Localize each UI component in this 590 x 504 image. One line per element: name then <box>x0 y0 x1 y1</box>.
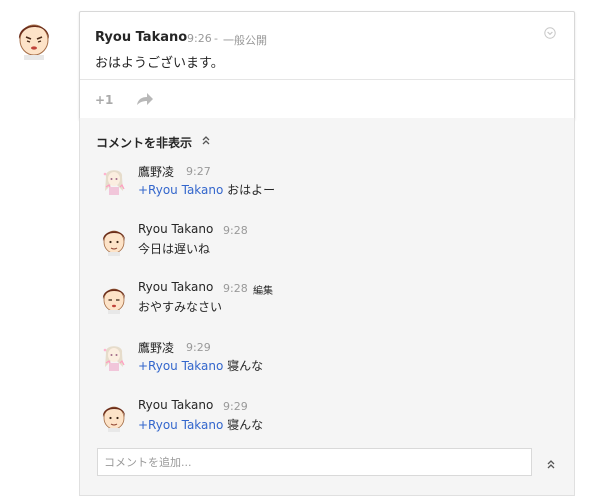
comment-timestamp[interactable]: 9:29 <box>186 341 211 354</box>
comment-item: 鷹野凌 9:27 +Ryou Takano おはよー <box>98 163 558 209</box>
commenter-avatar[interactable] <box>98 341 130 373</box>
comment-timestamp[interactable]: 9:28 <box>223 224 248 237</box>
comment-message: おはよー <box>223 183 276 197</box>
card-action-divider <box>80 79 574 80</box>
post-timestamp[interactable]: 9:26 <box>187 32 212 45</box>
comment-text: +Ryou Takano 寝んな <box>138 357 263 374</box>
comment-message: 寝んな <box>223 359 264 373</box>
comment-message: おやすみなさい <box>138 300 223 314</box>
commenter-name[interactable]: 鷹野凌 <box>138 339 174 356</box>
comment-message: 今日は遅いね <box>138 242 211 256</box>
commenter-name[interactable]: 鷹野凌 <box>138 163 174 180</box>
comments-panel: コメントを非表示 鷹野凌 9:27 +Ryou Takano おはよー Ryou… <box>79 118 575 496</box>
comment-item: Ryou Takano 9:29 +Ryou Takano 寝んな <box>98 398 558 444</box>
post-author-avatar[interactable] <box>10 12 58 60</box>
comment-text: おやすみなさい <box>138 298 222 315</box>
comment-item: Ryou Takano 9:28 編集 おやすみなさい <box>98 280 558 326</box>
add-comment-input[interactable] <box>97 448 532 476</box>
double-chevron-up-icon[interactable] <box>201 134 211 146</box>
comment-item: Ryou Takano 9:28 今日は遅いね <box>98 222 558 268</box>
mention-link[interactable]: +Ryou Takano <box>138 183 223 197</box>
comment-timestamp[interactable]: 9:29 <box>223 400 248 413</box>
comment-timestamp[interactable]: 9:27 <box>186 165 211 178</box>
commenter-name[interactable]: Ryou Takano <box>138 398 213 412</box>
double-chevron-up-icon[interactable] <box>546 458 556 470</box>
mention-link[interactable]: +Ryou Takano <box>138 418 223 432</box>
post-meta-separator: - <box>214 32 218 45</box>
mention-link[interactable]: +Ryou Takano <box>138 359 223 373</box>
commenter-avatar[interactable] <box>98 224 130 256</box>
post-author-name[interactable]: Ryou Takano <box>95 30 187 45</box>
comment-item: 鷹野凌 9:29 +Ryou Takano 寝んな <box>98 339 558 385</box>
commenter-name[interactable]: Ryou Takano <box>138 222 213 236</box>
comment-timestamp[interactable]: 9:28 <box>223 282 248 295</box>
commenter-avatar[interactable] <box>98 282 130 314</box>
plusone-button[interactable]: +1 <box>95 93 113 107</box>
commenter-avatar[interactable] <box>98 165 130 197</box>
post-menu-chevron-icon[interactable] <box>544 27 556 39</box>
commenter-avatar[interactable] <box>98 400 130 432</box>
post-card: Ryou Takano 9:26 - 一般公開 おはようございます。 +1 <box>79 11 575 120</box>
comment-text: +Ryou Takano 寝んな <box>138 416 263 433</box>
commenter-name[interactable]: Ryou Takano <box>138 280 213 294</box>
comment-message: 寝んな <box>223 418 264 432</box>
edit-comment-link[interactable]: 編集 <box>253 282 273 297</box>
post-visibility[interactable]: 一般公開 <box>223 32 267 48</box>
comment-text: 今日は遅いね <box>138 240 210 257</box>
share-arrow-icon[interactable] <box>136 92 154 106</box>
post-body-text: おはようございます。 <box>95 56 224 71</box>
comment-text: +Ryou Takano おはよー <box>138 181 275 198</box>
hide-comments-link[interactable]: コメントを非表示 <box>96 134 192 151</box>
